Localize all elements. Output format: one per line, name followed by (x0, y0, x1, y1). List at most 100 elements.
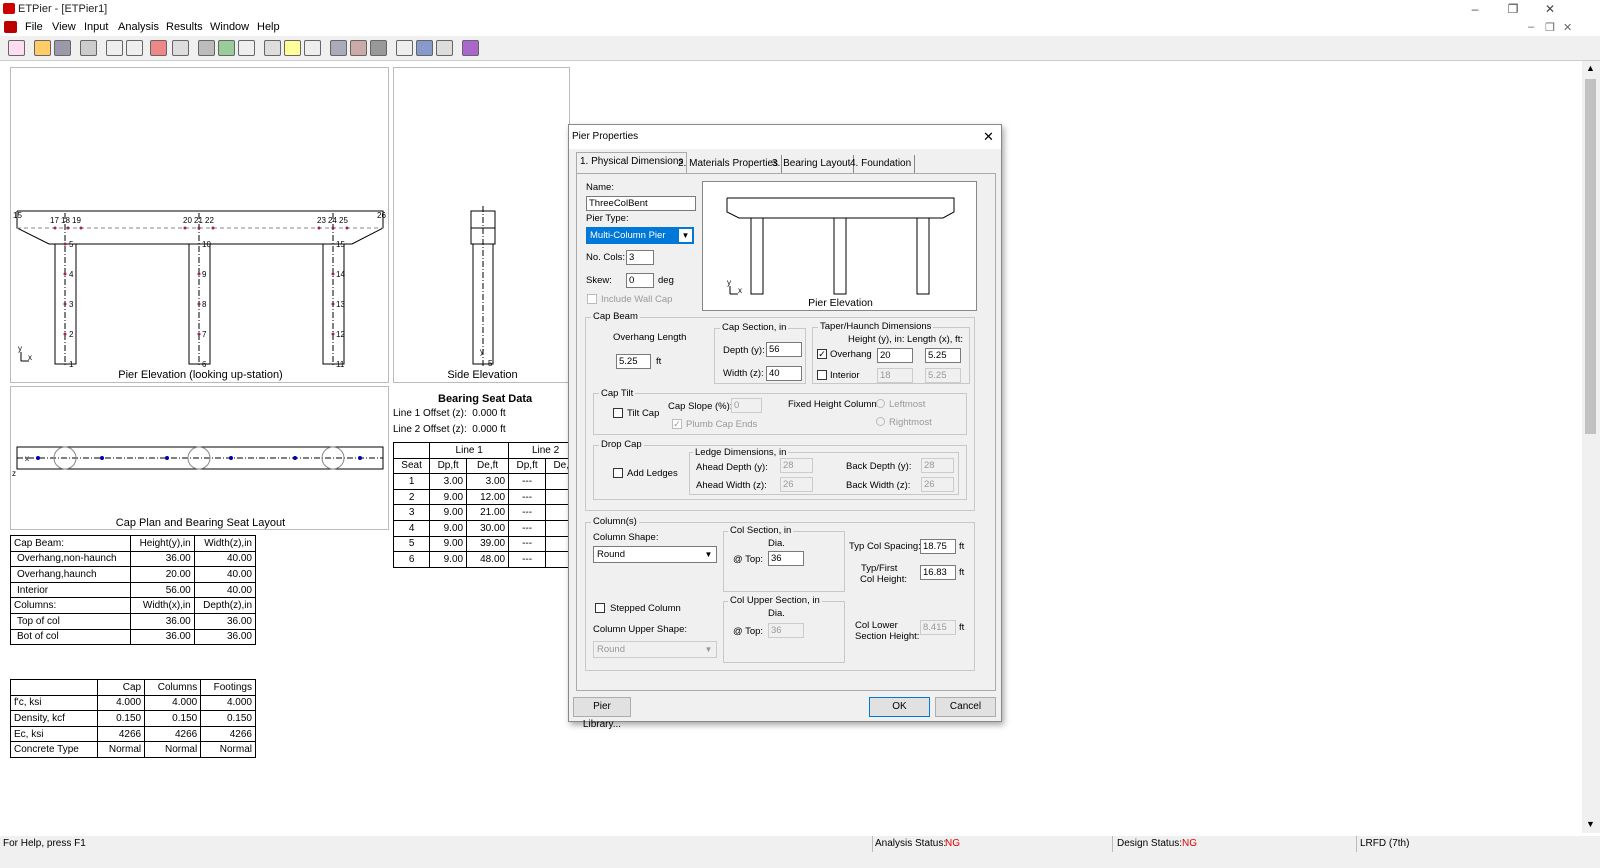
col-height-label-2: Col Height: (860, 574, 907, 585)
menu-window[interactable]: Window (210, 21, 249, 33)
new-icon[interactable] (8, 40, 25, 56)
truck-icon[interactable] (198, 40, 215, 56)
open-icon[interactable] (34, 40, 51, 56)
name-field[interactable]: ThreeColBent (586, 196, 696, 211)
design-icon[interactable] (370, 40, 387, 56)
minimize-button[interactable]: – (1460, 2, 1490, 16)
ahead-width-field[interactable]: 26 (780, 477, 813, 492)
bulb-icon[interactable] (284, 40, 301, 56)
interior-height-field[interactable]: 18 (877, 368, 913, 383)
table-cell: Width(z),in (193, 535, 257, 552)
skew-field[interactable]: 0 (626, 273, 654, 288)
col-lower-field[interactable]: 8.415 (920, 620, 956, 635)
rightmost-radio[interactable] (876, 417, 885, 426)
report-icon[interactable] (330, 40, 347, 56)
list-icon[interactable] (436, 40, 453, 56)
column-shape-select[interactable]: Round ▼ (593, 546, 717, 563)
node-label: 13 (336, 300, 345, 309)
leftmost-label: Leftmost (889, 399, 926, 410)
properties-icon[interactable] (106, 40, 123, 56)
stepped-column-checkbox[interactable] (595, 603, 605, 613)
close-button[interactable]: ✕ (1535, 2, 1565, 16)
dialog-close-button[interactable]: ✕ (983, 129, 994, 145)
window-icon[interactable] (304, 40, 321, 56)
bearing-seat-title: Bearing Seat Data (438, 393, 533, 405)
width-field[interactable]: 40 (766, 366, 802, 381)
upper-top-field[interactable]: 36 (768, 623, 804, 638)
menu-file[interactable]: File (25, 21, 43, 33)
child-close-button[interactable]: ✕ (1563, 21, 1572, 34)
cancel-button[interactable]: Cancel (935, 697, 996, 717)
ahead-depth-field[interactable]: 28 (780, 458, 813, 473)
tab-bearing-layout[interactable]: 3. Bearing Layout (769, 155, 855, 173)
scroll-down-icon[interactable]: ▼ (1586, 819, 1595, 829)
interior-length-field[interactable]: 5.25 (925, 368, 961, 383)
pier-icon[interactable] (150, 40, 167, 56)
child-minimize-button[interactable]: – (1528, 21, 1534, 33)
plumb-cap-ends-checkbox[interactable]: ✓ (672, 419, 682, 429)
child-restore-button[interactable]: ❐ (1545, 21, 1555, 34)
person-icon[interactable] (416, 40, 433, 56)
table-cell: 48.00 (466, 551, 510, 568)
leftmost-radio[interactable] (876, 399, 885, 408)
pier-type-select[interactable]: Multi-Column Pier ▼ (586, 227, 694, 244)
menu-analysis[interactable]: Analysis (118, 21, 159, 33)
scroll-up-icon[interactable]: ▲ (1586, 63, 1595, 73)
loads-icon[interactable] (218, 40, 235, 56)
table-cell: --- (508, 535, 547, 553)
table-cell (10, 679, 98, 696)
interior-checkbox[interactable] (817, 370, 827, 380)
add-ledges-checkbox[interactable] (613, 468, 623, 478)
overhang-checkbox[interactable]: ✓ (817, 349, 827, 359)
ll-icon[interactable] (238, 40, 255, 56)
bearing-icon[interactable] (172, 40, 189, 56)
spec-icon[interactable] (126, 40, 143, 56)
footing-icon[interactable] (350, 40, 367, 56)
node-label: 10 (202, 240, 211, 249)
ok-button[interactable]: OK (869, 697, 930, 717)
table-header: Dp,ft (429, 457, 468, 475)
col-height-field[interactable]: 16.83 (920, 565, 956, 580)
add-ledges-label: Add Ledges (627, 468, 678, 479)
cap-slope-field[interactable]: 0 (731, 398, 762, 413)
table-cell: 4.000 (96, 694, 146, 712)
menu-results[interactable]: Results (166, 21, 203, 33)
typ-col-spacing-field[interactable]: 18.75 (920, 539, 956, 554)
overhang-length-field[interactable]: 5.25 (616, 354, 651, 369)
upper-shape-select[interactable]: Round ▼ (593, 641, 717, 658)
tilt-cap-checkbox[interactable] (613, 408, 623, 418)
tab-materials-properties[interactable]: 2. Materials Properties (675, 155, 783, 173)
back-depth-field[interactable]: 28 (921, 458, 954, 473)
menu-input[interactable]: Input (84, 21, 108, 33)
back-width-label: Back Width (z): (846, 480, 911, 491)
preview-caption: Pier Elevation (808, 297, 873, 309)
print-icon[interactable] (80, 40, 97, 56)
line2-offset: Line 2 Offset (z): 0.000 ft (393, 424, 506, 435)
pier-elevation-drawing: 15 17 18 19 20 21 22 23 24 25 26 5 4 3 2… (13, 210, 386, 369)
diagram-icon[interactable] (396, 40, 413, 56)
overhang-height-field[interactable]: 20 (877, 348, 913, 363)
tab-foundation[interactable]: 4. Foundation (847, 155, 916, 173)
col-top-field[interactable]: 36 (768, 551, 804, 566)
overhang-length-taper-field[interactable]: 5.25 (925, 348, 961, 363)
include-wall-cap-checkbox[interactable] (587, 294, 597, 304)
depth-field[interactable]: 56 (766, 342, 802, 357)
back-width-field[interactable]: 26 (921, 477, 954, 492)
analyze-icon[interactable] (264, 40, 281, 56)
pier-library-button[interactable]: Pier Library... (573, 697, 631, 730)
book-icon[interactable] (462, 40, 479, 56)
dia-label: Dia. (768, 538, 785, 549)
table-cell: 36.00 (193, 612, 257, 630)
no-cols-stepper[interactable]: 3 (626, 250, 654, 265)
restore-button[interactable]: ❐ (1498, 2, 1528, 16)
height-unit: ft (959, 567, 965, 578)
plumb-cap-ends-label: Plumb Cap Ends (686, 419, 758, 430)
scroll-thumb[interactable] (1585, 79, 1596, 434)
save-icon[interactable] (54, 40, 71, 56)
ledge-dims-title: Ledge Dimensions, in (693, 447, 789, 458)
menu-view[interactable]: View (52, 21, 76, 33)
vertical-scrollbar[interactable]: ▲ ▼ (1582, 61, 1600, 833)
interior-label: Interior (830, 370, 860, 381)
menu-help[interactable]: Help (257, 21, 280, 33)
tab-physical-dimensions[interactable]: 1. Physical Dimensions (576, 152, 688, 174)
